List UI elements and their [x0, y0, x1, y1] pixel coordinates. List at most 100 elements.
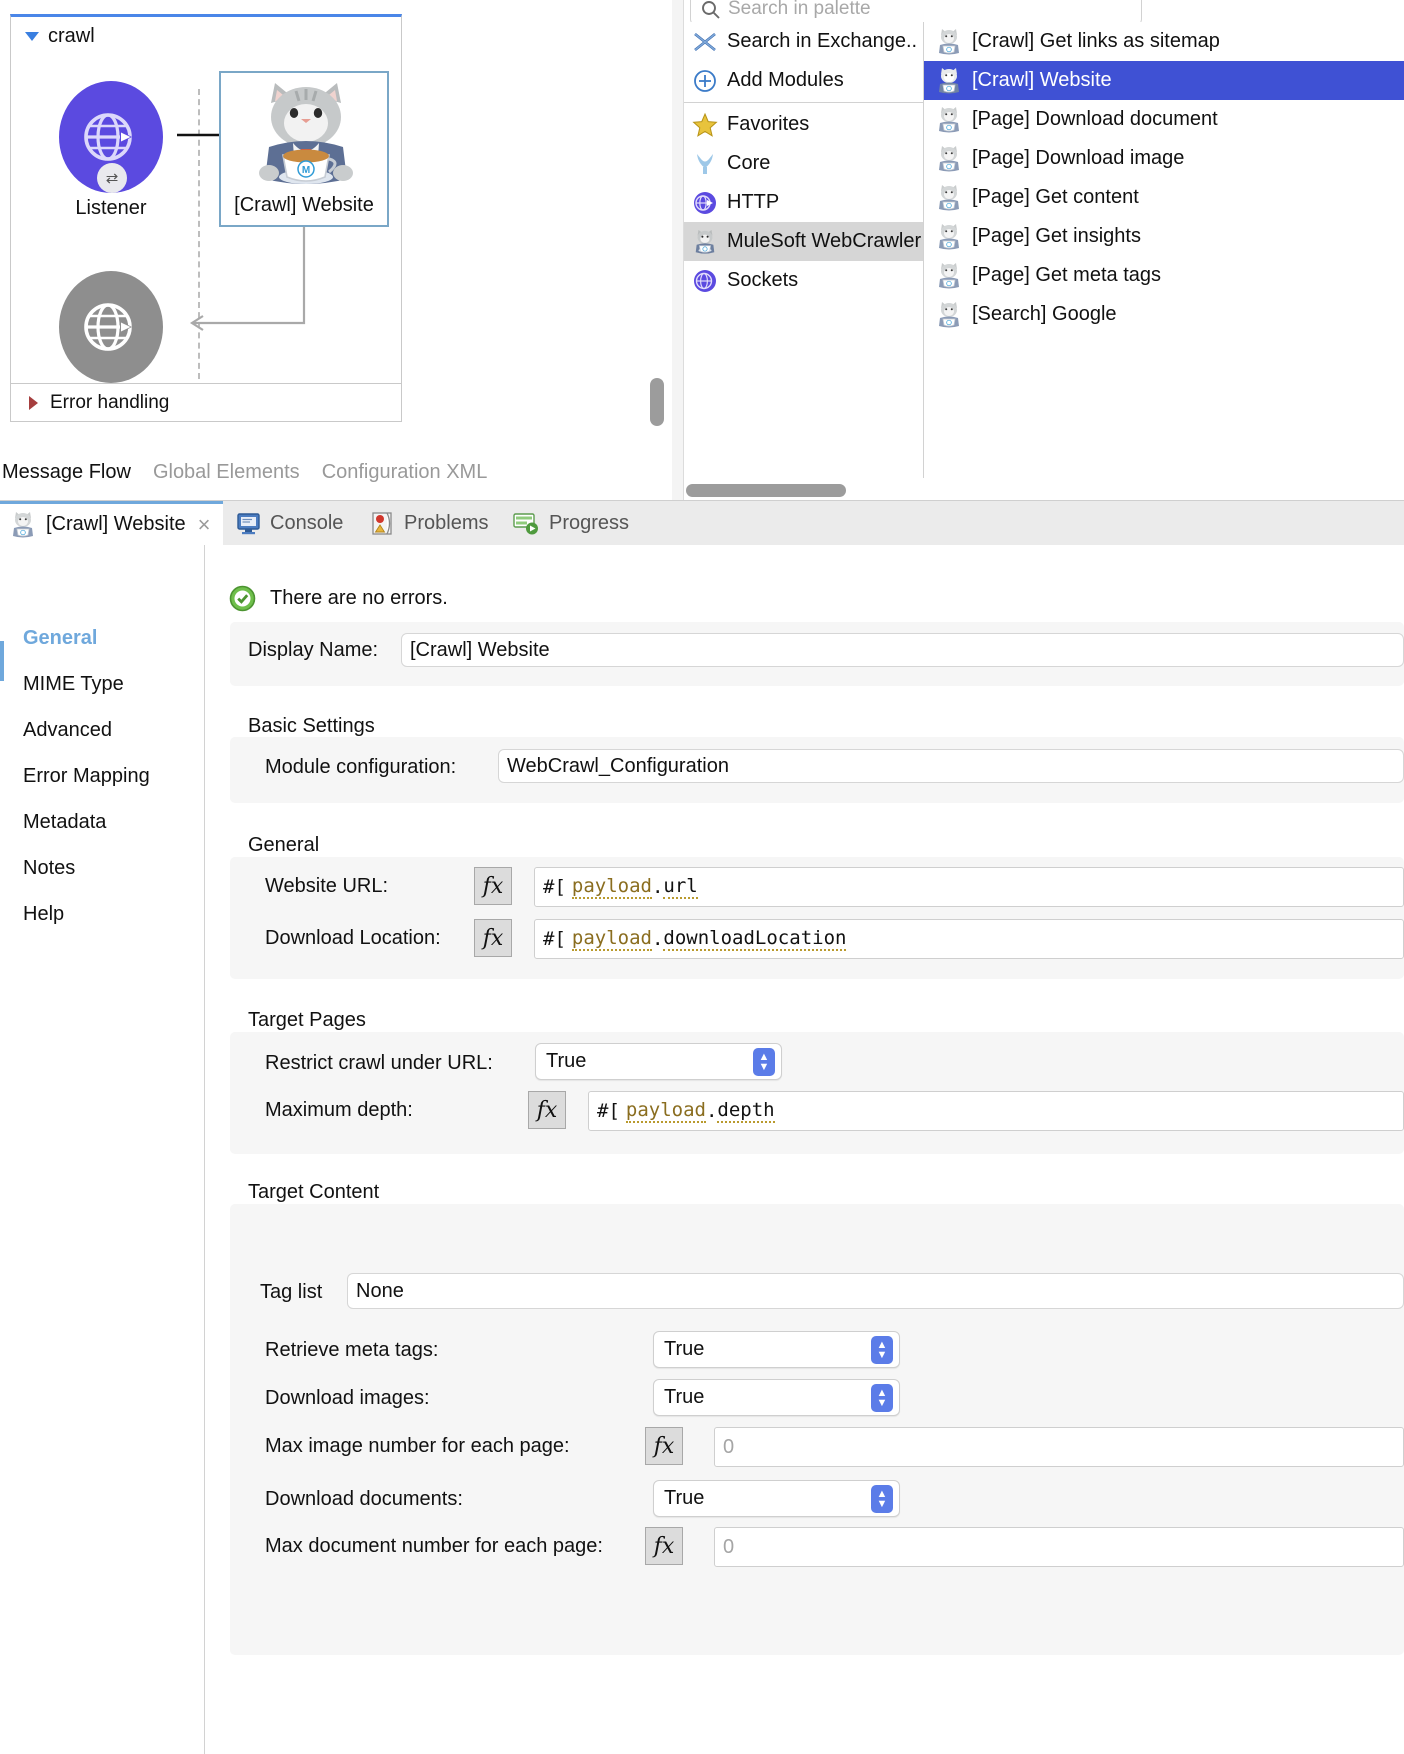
palette-op-label: [Page] Download image	[972, 147, 1185, 169]
palette-category-search-exchange[interactable]: Search in Exchange..	[684, 22, 923, 61]
palette-operation-list[interactable]: [Crawl] Get links as sitemap [Crawl] Web…	[924, 22, 1404, 478]
dw-prefix: #[	[597, 1100, 620, 1122]
palette-category-favorites[interactable]: Favorites	[684, 105, 923, 144]
sidebar-item-metadata[interactable]: Metadata	[0, 799, 204, 845]
editor-tab-strip[interactable]: Message Flow Global Elements Configurati…	[0, 454, 672, 490]
status-row: There are no errors.	[229, 585, 448, 612]
palette-category-sockets[interactable]: Sockets	[684, 261, 923, 300]
download-images-value: True	[664, 1386, 705, 1408]
sidebar-item-general[interactable]: General	[0, 615, 204, 661]
cat-icon	[939, 67, 959, 93]
canvas-scrollbar-track[interactable]	[648, 0, 670, 430]
sidebar-item-error-mapping[interactable]: Error Mapping	[0, 753, 204, 799]
view-tab-label: Progress	[549, 511, 630, 534]
palette-op-page-download-document[interactable]: [Page] Download document	[924, 100, 1404, 139]
palette-op-crawl-website[interactable]: [Crawl] Website	[924, 61, 1404, 100]
palette-op-page-get-content[interactable]: [Page] Get content	[924, 178, 1404, 217]
download-documents-select[interactable]: True ▲ ▼	[653, 1480, 900, 1517]
globe-arrow-icon	[84, 113, 132, 161]
palette-category-label: MuleSoft WebCrawler	[727, 230, 922, 252]
mule-icon	[697, 153, 713, 174]
palette-divider	[684, 102, 923, 103]
svg-text:M: M	[302, 165, 310, 176]
sidebar-item-help[interactable]: Help	[0, 891, 204, 937]
error-handling-bar[interactable]: Error handling	[10, 384, 402, 422]
flow-canvas[interactable]: crawl ⇄ Listener M [Crawl] Website Error…	[0, 0, 672, 500]
cat-icon	[939, 106, 959, 132]
max-image-number-value: 0	[723, 1435, 735, 1458]
palette-op-page-get-insights[interactable]: [Page] Get insights	[924, 217, 1404, 256]
download-documents-label: Download documents:	[265, 1488, 463, 1510]
chevron-right-icon[interactable]	[29, 395, 38, 410]
palette-category-mulesoft-webcrawler[interactable]: MuleSoft WebCrawler	[684, 222, 923, 261]
palette-op-search-google[interactable]: [Search] Google	[924, 295, 1404, 334]
canvas-scrollbar-thumb[interactable]	[650, 378, 664, 426]
view-tab-crawl-website[interactable]: [Crawl] Website ×	[0, 501, 223, 545]
palette-op-page-get-meta-tags[interactable]: [Page] Get meta tags	[924, 256, 1404, 295]
chevron-updown-icon[interactable]: ▲ ▼	[753, 1047, 775, 1076]
download-images-select[interactable]: True ▲ ▼	[653, 1379, 900, 1416]
retrieve-meta-tags-select[interactable]: True ▲ ▼	[653, 1331, 900, 1368]
tag-list-label: Tag list	[260, 1281, 323, 1303]
palette-category-add-modules[interactable]: Add Modules	[684, 61, 923, 100]
flow-header[interactable]: crawl	[25, 25, 95, 48]
view-tab-label: Console	[270, 511, 344, 534]
view-tab-bar[interactable]: [Crawl] Website × Console Problems Progr…	[0, 501, 1404, 545]
palette-category-core[interactable]: Core	[684, 144, 923, 183]
chevron-updown-icon[interactable]: ▲ ▼	[871, 1484, 893, 1513]
chevron-updown-icon[interactable]: ▲ ▼	[871, 1335, 893, 1364]
palette-op-crawl-sitemap[interactable]: [Crawl] Get links as sitemap	[924, 22, 1404, 61]
view-tab-problems[interactable]: Problems	[370, 501, 488, 545]
website-url-fx-button[interactable]: fx	[474, 867, 512, 905]
flow-node-listener[interactable]: ⇄ Listener	[59, 81, 163, 219]
response-circle	[59, 271, 163, 383]
website-url-input[interactable]: #[ payload . url	[534, 867, 1404, 907]
sidebar-item-notes[interactable]: Notes	[0, 845, 204, 891]
mule-palette[interactable]: Search in palette Search in Exchange.. A…	[672, 0, 1404, 500]
download-documents-value: True	[664, 1487, 705, 1509]
view-tab-progress[interactable]: Progress	[513, 501, 629, 545]
module-configuration-input[interactable]: WebCrawl_Configuration	[498, 749, 1404, 783]
cat-icon	[939, 28, 959, 54]
max-image-number-fx-button[interactable]: fx	[645, 1427, 683, 1465]
tab-global-elements[interactable]: Global Elements	[153, 461, 300, 484]
plus-circle-icon	[694, 69, 716, 92]
flow-node-response[interactable]	[59, 271, 163, 383]
console-icon	[237, 512, 260, 534]
max-document-number-fx-button[interactable]: fx	[645, 1527, 683, 1565]
status-text: There are no errors.	[270, 587, 448, 609]
palette-op-page-download-image[interactable]: [Page] Download image	[924, 139, 1404, 178]
download-location-label: Download Location:	[265, 927, 441, 949]
maximum-depth-fx-button[interactable]: fx	[528, 1091, 566, 1129]
palette-category-label: Sockets	[727, 269, 799, 291]
max-image-number-input[interactable]: 0	[714, 1427, 1404, 1467]
properties-sidebar[interactable]: General MIME Type Advanced Error Mapping…	[0, 545, 205, 1754]
download-location-fx-button[interactable]: fx	[474, 919, 512, 957]
chevron-updown-icon[interactable]: ▲ ▼	[871, 1383, 893, 1412]
flow-node-crawl-website[interactable]: M [Crawl] Website	[219, 71, 389, 227]
view-tab-console[interactable]: Console	[236, 501, 343, 545]
max-document-number-input[interactable]: 0	[714, 1527, 1404, 1567]
problems-icon	[372, 511, 392, 535]
sidebar-item-mime-type[interactable]: MIME Type	[0, 661, 204, 707]
maximum-depth-input[interactable]: #[ payload . depth	[588, 1091, 1404, 1131]
dw-tail: url	[663, 875, 698, 899]
properties-panel: [Crawl] Website × Console Problems Progr…	[0, 500, 1404, 1754]
chevron-down-icon[interactable]	[25, 32, 39, 41]
palette-hscrollbar-thumb[interactable]	[686, 484, 846, 497]
max-document-number-value: 0	[723, 1535, 735, 1558]
download-location-input[interactable]: #[ payload . downloadLocation	[534, 919, 1404, 959]
sidebar-item-advanced[interactable]: Advanced	[0, 707, 204, 753]
palette-category-list[interactable]: Search in Exchange.. Add Modules Favorit…	[684, 22, 924, 478]
palette-category-http[interactable]: HTTP	[684, 183, 923, 222]
mulesoft-cat-icon: M	[259, 83, 353, 184]
tab-message-flow[interactable]: Message Flow	[2, 461, 131, 484]
tag-list-input[interactable]: None	[347, 1273, 1404, 1309]
view-tab-label: [Crawl] Website	[46, 513, 186, 535]
dw-identifier: payload	[571, 875, 652, 899]
tab-configuration-xml[interactable]: Configuration XML	[322, 461, 488, 484]
restrict-crawl-select[interactable]: True ▲ ▼	[535, 1043, 782, 1080]
close-icon[interactable]: ×	[198, 512, 211, 538]
display-name-input[interactable]: [Crawl] Website	[401, 633, 1404, 667]
error-handling-label: Error handling	[50, 391, 170, 413]
